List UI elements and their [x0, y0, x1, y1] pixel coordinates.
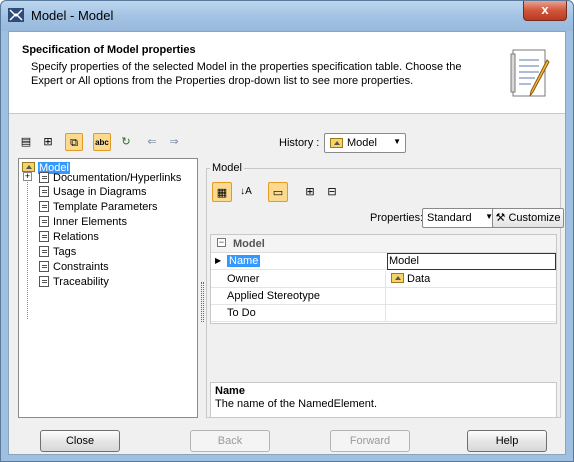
cell-divider — [385, 271, 386, 287]
page-icon — [39, 216, 49, 227]
back-arrow-icon[interactable]: ⇐ — [143, 133, 161, 151]
description-panel: Name The name of the NamedElement. — [210, 382, 557, 418]
group-label: Model — [210, 162, 244, 174]
tree-item-inner-elements[interactable]: Inner Elements — [39, 215, 127, 229]
tree-view-icon[interactable]: ⊞ — [39, 133, 57, 151]
properties-grid: − Model ▶ Name Model Owner Data Applied … — [210, 234, 557, 324]
header-panel: Specification of Model properties Specif… — [9, 32, 565, 114]
description-title: Name — [215, 385, 245, 397]
tree-item-tags[interactable]: Tags — [39, 245, 76, 259]
page-icon — [39, 276, 49, 287]
main-toolbar: ▤ ⊞ ⧉ abc ↻ ⇐ ⇒ History : Model ▼ — [17, 132, 557, 154]
tree-item-template-parameters[interactable]: Template Parameters — [39, 200, 158, 214]
owner-value: Data — [407, 273, 431, 285]
refresh-icon[interactable]: ↻ — [117, 133, 135, 151]
page-icon — [39, 231, 49, 242]
tree-item-label: Usage in Diagrams — [53, 186, 147, 198]
dialog-body: Specification of Model properties Specif… — [8, 31, 566, 455]
cell-divider — [385, 288, 386, 304]
page-icon — [39, 246, 49, 257]
tools-icon: ⚒ — [495, 212, 506, 224]
grid-category-label: Model — [233, 238, 265, 250]
back-button[interactable]: Back — [190, 430, 270, 452]
forward-button[interactable]: Forward — [330, 430, 410, 452]
splitter-handle[interactable] — [201, 282, 204, 322]
property-value-owner[interactable]: Data — [391, 273, 430, 285]
window-toggle-icon[interactable]: ⧉ — [65, 133, 83, 151]
description-toggle-icon[interactable]: ▭ — [268, 182, 288, 202]
page-icon — [39, 261, 49, 272]
header-title: Specification of Model properties — [22, 44, 196, 56]
history-dropdown[interactable]: Model ▼ — [324, 133, 406, 153]
cell-divider — [385, 305, 386, 321]
property-value[interactable]: Model — [389, 255, 419, 267]
row-pointer-icon: ▶ — [215, 256, 222, 265]
history-value: Model — [347, 137, 377, 149]
expand-all-icon[interactable]: ⊞ — [300, 182, 320, 202]
tree-item-label: Template Parameters — [53, 201, 158, 213]
properties-group: Model ▦ ↓A ▭ ⊞ ⊟ Properties: Standard ▼ … — [206, 162, 564, 418]
property-name: To Do — [227, 307, 256, 319]
table-row[interactable]: ▶ Name Model — [211, 253, 556, 270]
properties-value: Standard — [427, 212, 472, 224]
tree-item-label: Constraints — [53, 261, 109, 273]
table-row[interactable]: Owner Data — [211, 271, 556, 288]
history-label: History : — [279, 137, 320, 149]
page-icon — [39, 172, 49, 183]
grid-view-icon[interactable]: ▤ — [17, 133, 35, 151]
title-bar[interactable]: Model - Model x — [1, 1, 573, 31]
tree-item-label: Tags — [53, 246, 77, 258]
header-description: Specify properties of the selected Model… — [31, 61, 462, 87]
customize-button[interactable]: ⚒ Customize — [492, 208, 564, 228]
table-row[interactable]: Applied Stereotype — [211, 288, 556, 305]
tree-connector-lines — [27, 167, 39, 319]
page-icon — [39, 201, 49, 212]
property-name: Applied Stereotype — [227, 290, 320, 302]
tree-item-traceability[interactable]: Traceability — [39, 275, 109, 289]
page-icon — [39, 186, 49, 197]
customize-label: Customize — [508, 212, 561, 224]
tree-item-label: Relations — [53, 231, 99, 243]
collapse-icon[interactable]: − — [217, 238, 226, 247]
categorized-view-icon[interactable]: ▦ — [212, 182, 232, 202]
tree-item-label: Documentation/Hyperlinks — [53, 172, 182, 184]
tree-item-constraints[interactable]: Constraints — [39, 260, 109, 274]
properties-label: Properties: — [370, 212, 424, 224]
chevron-down-icon: ▼ — [393, 137, 401, 146]
table-row[interactable]: To Do — [211, 305, 556, 322]
spell-check-icon[interactable]: abc — [93, 133, 111, 151]
tree-item-usage[interactable]: Usage in Diagrams — [39, 185, 147, 199]
dialog-window: Model - Model x Specification of Model p… — [0, 0, 574, 462]
tree-item-label: Traceability — [53, 276, 109, 288]
package-icon — [330, 138, 343, 148]
property-name: Name — [227, 255, 261, 267]
forward-arrow-icon[interactable]: ⇒ — [165, 133, 183, 151]
help-button[interactable]: Help — [467, 430, 547, 452]
specification-document-icon — [510, 49, 550, 97]
collapse-all-icon[interactable]: ⊟ — [322, 182, 342, 202]
tree-item-documentation[interactable]: Documentation/Hyperlinks — [39, 171, 181, 185]
close-button[interactable]: Close — [40, 430, 120, 452]
app-icon — [8, 8, 24, 22]
tree-item-label: Inner Elements — [53, 216, 127, 228]
grid-category-header[interactable]: − Model — [211, 235, 556, 253]
description-text: The name of the NamedElement. — [215, 398, 378, 410]
package-icon — [391, 273, 404, 283]
window-close-button[interactable]: x — [523, 1, 567, 21]
properties-dropdown[interactable]: Standard ▼ — [422, 208, 498, 228]
sort-az-icon[interactable]: ↓A — [236, 182, 256, 202]
tree-item-relations[interactable]: Relations — [39, 230, 99, 244]
navigation-tree: Model + Documentation/Hyperlinks Usage i… — [18, 158, 198, 418]
expand-toggle-icon[interactable]: + — [23, 172, 32, 181]
property-name: Owner — [227, 273, 260, 285]
window-title: Model - Model — [31, 8, 114, 23]
